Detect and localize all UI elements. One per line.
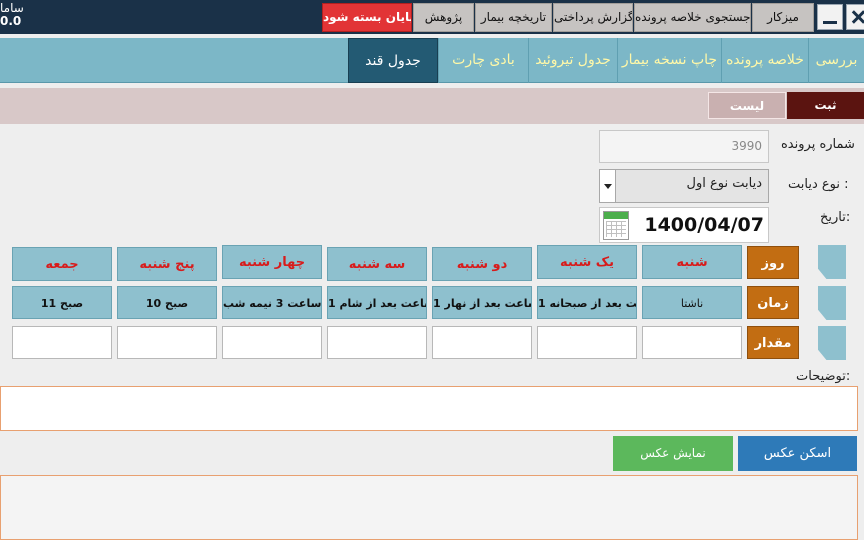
time-cell: 1 ساعت بعد از شام (327, 286, 427, 319)
tab-case-summary[interactable]: خلاصه پرونده (721, 38, 808, 83)
patient-history-button[interactable]: تاریخچه بیمار (475, 3, 552, 32)
day-header: یک شنبه (537, 245, 637, 279)
amount-input[interactable] (432, 326, 532, 359)
time-cell: ساعت 3 نیمه شب (222, 286, 322, 319)
day-header: چهار شنبه (222, 245, 322, 279)
tab-review[interactable]: بررسی (808, 38, 864, 83)
row-marker-amount (818, 326, 846, 360)
amount-input[interactable] (222, 326, 322, 359)
file-number-field: 3990 (599, 130, 769, 163)
amount-input[interactable] (117, 326, 217, 359)
time-cell: 11 صبح (12, 286, 112, 319)
day-header: دو شنبه (432, 247, 532, 281)
search-summary-button[interactable]: جستجوی خلاصه پرونده (634, 3, 751, 32)
file-number-label: شماره پرونده (781, 137, 855, 152)
scan-photo-button[interactable]: اسکن عکس (738, 436, 857, 471)
action-bar: ثبت لیست (0, 88, 864, 124)
diabetes-type-label: نوع دیابت : (788, 177, 849, 192)
time-cell: 10 صبح (117, 286, 217, 319)
tab-thyroid-table[interactable]: جدول تیروئید (528, 38, 617, 83)
row-marker-time (818, 286, 846, 320)
amount-input[interactable] (642, 326, 742, 359)
close-window-icon[interactable] (846, 4, 864, 30)
description-textarea[interactable] (0, 386, 858, 431)
row-label-day: روز (747, 246, 799, 279)
date-value: 1400/04/07 (644, 214, 764, 236)
diabetes-type-value: دیابت نوع اول (686, 176, 762, 191)
day-header: سه شنبه (327, 247, 427, 281)
photo-preview-area (0, 475, 858, 540)
tab-bar: بررسی خلاصه پرونده چاپ نسخه بیمار جدول ت… (0, 38, 864, 83)
show-photo-button[interactable]: نمایش عکس (613, 436, 733, 471)
minimize-window-icon[interactable] (817, 4, 843, 30)
day-header: شنبه (642, 245, 742, 279)
time-cell: 1 ساعت بعد از صبحانه (537, 286, 637, 319)
close-case-button[interactable]: پایان بسته شود (322, 3, 412, 32)
list-button[interactable]: لیست (708, 92, 786, 119)
description-label: توضیحات: (796, 369, 851, 384)
top-bar: ساما 0.0 میزکار جستجوی خلاصه پرونده گزار… (0, 0, 864, 34)
calendar-icon[interactable] (603, 211, 629, 240)
day-header: جمعه (12, 247, 112, 281)
register-button[interactable]: ثبت (787, 92, 864, 119)
row-marker-day (818, 245, 846, 279)
chevron-down-icon[interactable] (600, 170, 616, 202)
row-label-amount: مقدار (747, 326, 799, 359)
time-cell: ناشتا (642, 286, 742, 319)
app-version: 0.0 (0, 14, 22, 28)
research-button[interactable]: پژوهش (413, 3, 474, 32)
tab-body-chart[interactable]: بادی چارت (438, 38, 528, 83)
time-cell: 1 ساعت بعد از نهار (432, 286, 532, 319)
date-label: تاریخ: (820, 210, 851, 225)
amount-input[interactable] (327, 326, 427, 359)
tab-print-prescription[interactable]: چاپ نسخه بیمار (617, 38, 721, 83)
mizkar-button[interactable]: میزکار (752, 3, 814, 32)
amount-input[interactable] (12, 326, 112, 359)
app-title: ساما (0, 1, 24, 15)
diabetes-type-select[interactable]: دیابت نوع اول (599, 169, 769, 203)
row-label-time: زمان (747, 286, 799, 319)
amount-input[interactable] (537, 326, 637, 359)
day-header: پنج شنبه (117, 247, 217, 281)
payment-report-button[interactable]: گزارش پرداختی (553, 3, 633, 32)
tab-sugar-table[interactable]: جدول قند (348, 38, 438, 83)
date-field[interactable]: 1400/04/07 (599, 207, 769, 243)
